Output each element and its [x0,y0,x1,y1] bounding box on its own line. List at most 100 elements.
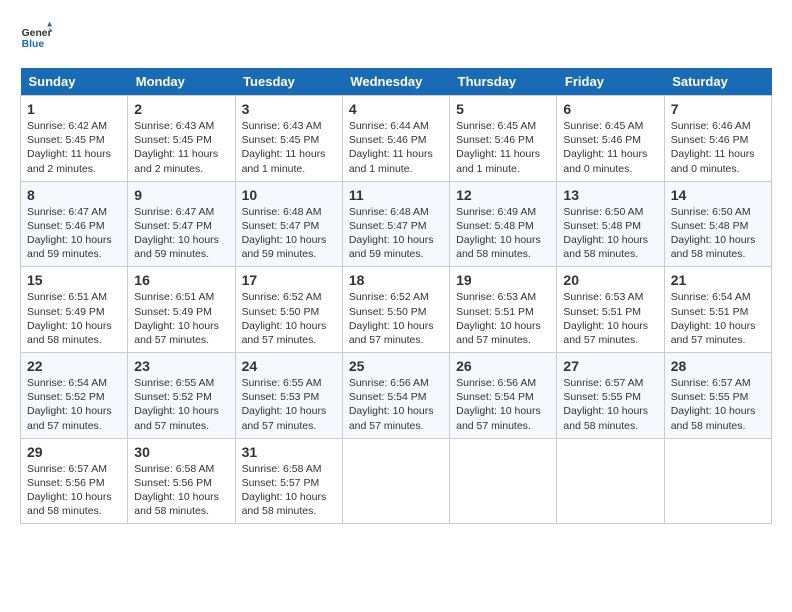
calendar-week-row: 29 Sunrise: 6:57 AMSunset: 5:56 PMDayligh… [21,438,772,524]
day-number: 29 [27,444,121,460]
day-info: Sunrise: 6:44 AMSunset: 5:46 PMDaylight:… [349,119,443,176]
day-number: 30 [134,444,228,460]
calendar-cell: 10 Sunrise: 6:48 AMSunset: 5:47 PMDayligh… [235,181,342,267]
calendar-cell [342,438,449,524]
day-number: 22 [27,358,121,374]
day-info: Sunrise: 6:49 AMSunset: 5:48 PMDaylight:… [456,205,550,262]
day-info: Sunrise: 6:56 AMSunset: 5:54 PMDaylight:… [349,376,443,433]
day-info: Sunrise: 6:57 AMSunset: 5:55 PMDaylight:… [671,376,765,433]
day-number: 7 [671,101,765,117]
day-info: Sunrise: 6:47 AMSunset: 5:47 PMDaylight:… [134,205,228,262]
calendar-cell: 26 Sunrise: 6:56 AMSunset: 5:54 PMDayligh… [450,353,557,439]
day-number: 28 [671,358,765,374]
weekday-header-friday: Friday [557,68,664,96]
day-number: 11 [349,187,443,203]
calendar-cell: 7 Sunrise: 6:46 AMSunset: 5:46 PMDaylight… [664,96,771,182]
calendar-cell: 1 Sunrise: 6:42 AMSunset: 5:45 PMDaylight… [21,96,128,182]
day-number: 31 [242,444,336,460]
svg-text:Blue: Blue [22,39,45,50]
calendar-cell [664,438,771,524]
calendar-cell: 12 Sunrise: 6:49 AMSunset: 5:48 PMDayligh… [450,181,557,267]
calendar-cell: 6Sunrise: 6:45 AMSunset: 5:46 PMDaylight… [557,96,664,182]
calendar-cell: 17Sunrise: 6:52 AMSunset: 5:50 PMDayligh… [235,267,342,353]
calendar-cell: 31 Sunrise: 6:58 AMSunset: 5:57 PMDayligh… [235,438,342,524]
calendar-cell: 8 Sunrise: 6:47 AMSunset: 5:46 PMDaylight… [21,181,128,267]
day-number: 9 [134,187,228,203]
day-info: Sunrise: 6:51 AMSunset: 5:49 PMDaylight:… [27,290,121,347]
calendar-cell: 22 Sunrise: 6:54 AMSunset: 5:52 PMDayligh… [21,353,128,439]
day-info: Sunrise: 6:53 AMSunset: 5:51 PMDaylight:… [563,290,657,347]
calendar-cell: 27Sunrise: 6:57 AMSunset: 5:55 PMDayligh… [557,353,664,439]
calendar-cell: 15 Sunrise: 6:51 AMSunset: 5:49 PMDayligh… [21,267,128,353]
weekday-header-thursday: Thursday [450,68,557,96]
day-info: Sunrise: 6:48 AMSunset: 5:47 PMDaylight:… [349,205,443,262]
day-info: Sunrise: 6:54 AMSunset: 5:52 PMDaylight:… [27,376,121,433]
weekday-header-wednesday: Wednesday [342,68,449,96]
day-info: Sunrise: 6:56 AMSunset: 5:54 PMDaylight:… [456,376,550,433]
day-number: 12 [456,187,550,203]
calendar-week-row: 22 Sunrise: 6:54 AMSunset: 5:52 PMDayligh… [21,353,772,439]
day-info: Sunrise: 6:48 AMSunset: 5:47 PMDaylight:… [242,205,336,262]
day-info: Sunrise: 6:55 AMSunset: 5:52 PMDaylight:… [134,376,228,433]
logo: General Blue [20,20,52,52]
day-info: Sunrise: 6:50 AMSunset: 5:48 PMDaylight:… [563,205,657,262]
svg-text:General: General [22,28,52,39]
page-header: General Blue [20,20,772,52]
day-info: Sunrise: 6:43 AMSunset: 5:45 PMDaylight:… [134,119,228,176]
day-number: 26 [456,358,550,374]
day-number: 4 [349,101,443,117]
calendar-cell: 21 Sunrise: 6:54 AMSunset: 5:51 PMDayligh… [664,267,771,353]
calendar-week-row: 8 Sunrise: 6:47 AMSunset: 5:46 PMDaylight… [21,181,772,267]
calendar-cell [557,438,664,524]
day-info: Sunrise: 6:52 AMSunset: 5:50 PMDaylight:… [242,290,336,347]
calendar-cell: 11 Sunrise: 6:48 AMSunset: 5:47 PMDayligh… [342,181,449,267]
day-number: 3 [242,101,336,117]
day-number: 10 [242,187,336,203]
calendar-cell: 5Sunrise: 6:45 AMSunset: 5:46 PMDaylight… [450,96,557,182]
day-number: 24 [242,358,336,374]
day-info: Sunrise: 6:50 AMSunset: 5:48 PMDaylight:… [671,205,765,262]
calendar-cell: 29 Sunrise: 6:57 AMSunset: 5:56 PMDayligh… [21,438,128,524]
calendar-cell: 3 Sunrise: 6:43 AMSunset: 5:45 PMDaylight… [235,96,342,182]
day-info: Sunrise: 6:55 AMSunset: 5:53 PMDaylight:… [242,376,336,433]
weekday-header-tuesday: Tuesday [235,68,342,96]
logo-icon: General Blue [20,20,52,52]
calendar-cell [450,438,557,524]
day-number: 15 [27,272,121,288]
calendar-cell: 18 Sunrise: 6:52 AMSunset: 5:50 PMDayligh… [342,267,449,353]
calendar-cell: 4 Sunrise: 6:44 AMSunset: 5:46 PMDaylight… [342,96,449,182]
day-info: Sunrise: 6:43 AMSunset: 5:45 PMDaylight:… [242,119,336,176]
calendar-cell: 28 Sunrise: 6:57 AMSunset: 5:55 PMDayligh… [664,353,771,439]
day-number: 21 [671,272,765,288]
calendar-cell: 9 Sunrise: 6:47 AMSunset: 5:47 PMDaylight… [128,181,235,267]
calendar-cell: 30 Sunrise: 6:58 AMSunset: 5:56 PMDayligh… [128,438,235,524]
day-number: 23 [134,358,228,374]
day-number: 5 [456,101,550,117]
day-number: 1 [27,101,121,117]
weekday-header-saturday: Saturday [664,68,771,96]
calendar-cell: 24 Sunrise: 6:55 AMSunset: 5:53 PMDayligh… [235,353,342,439]
day-info: Sunrise: 6:42 AMSunset: 5:45 PMDaylight:… [27,119,121,176]
calendar-cell: 19Sunrise: 6:53 AMSunset: 5:51 PMDayligh… [450,267,557,353]
day-number: 18 [349,272,443,288]
day-number: 14 [671,187,765,203]
day-info: Sunrise: 6:58 AMSunset: 5:56 PMDaylight:… [134,462,228,519]
day-info: Sunrise: 6:46 AMSunset: 5:46 PMDaylight:… [671,119,765,176]
calendar-cell: 14 Sunrise: 6:50 AMSunset: 5:48 PMDayligh… [664,181,771,267]
day-number: 16 [134,272,228,288]
day-info: Sunrise: 6:57 AMSunset: 5:56 PMDaylight:… [27,462,121,519]
calendar-cell: 16Sunrise: 6:51 AMSunset: 5:49 PMDayligh… [128,267,235,353]
day-info: Sunrise: 6:54 AMSunset: 5:51 PMDaylight:… [671,290,765,347]
day-info: Sunrise: 6:52 AMSunset: 5:50 PMDaylight:… [349,290,443,347]
calendar-week-row: 1 Sunrise: 6:42 AMSunset: 5:45 PMDaylight… [21,96,772,182]
calendar-cell: 20 Sunrise: 6:53 AMSunset: 5:51 PMDayligh… [557,267,664,353]
day-number: 13 [563,187,657,203]
day-number: 25 [349,358,443,374]
day-number: 2 [134,101,228,117]
calendar-week-row: 15 Sunrise: 6:51 AMSunset: 5:49 PMDayligh… [21,267,772,353]
day-number: 8 [27,187,121,203]
weekday-header-sunday: Sunday [21,68,128,96]
day-info: Sunrise: 6:58 AMSunset: 5:57 PMDaylight:… [242,462,336,519]
day-number: 20 [563,272,657,288]
day-info: Sunrise: 6:47 AMSunset: 5:46 PMDaylight:… [27,205,121,262]
